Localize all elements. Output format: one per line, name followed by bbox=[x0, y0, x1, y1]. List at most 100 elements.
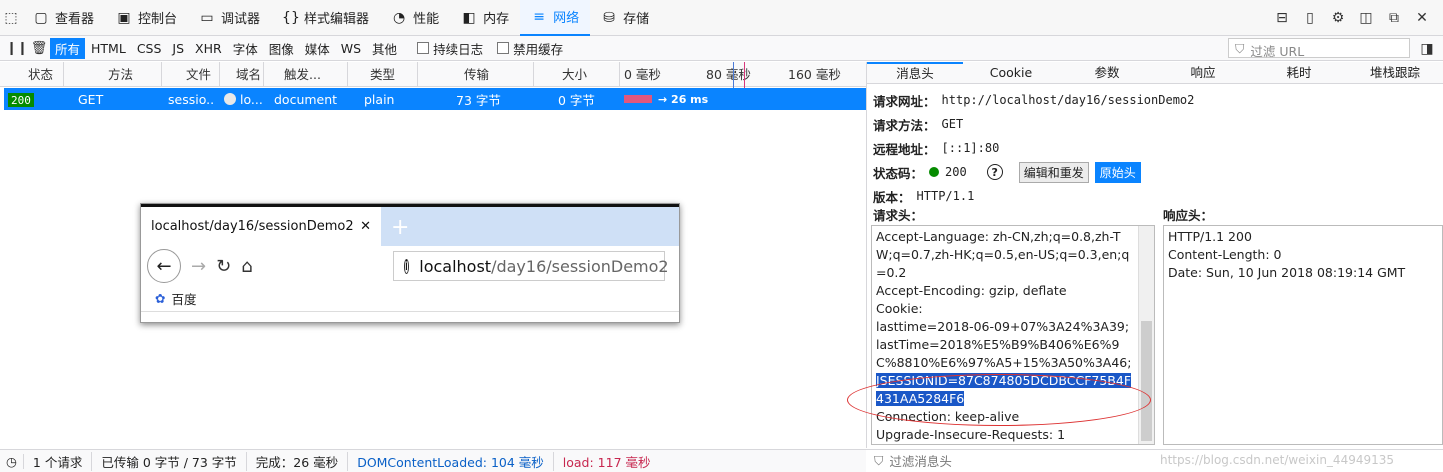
response-headers-title: 响应头： bbox=[1163, 208, 1214, 223]
dock-side-icon[interactable]: ◫ bbox=[1355, 7, 1377, 29]
clear-trash-icon[interactable]: 🗑 bbox=[28, 41, 50, 56]
col-domain[interactable]: 域名 bbox=[220, 61, 264, 87]
header-line: lastTime=2018%E5%B9%B406%E6%9C%8810%E6%9… bbox=[876, 337, 1132, 370]
url-host: localhost bbox=[419, 256, 492, 276]
filter-ws[interactable]: WS bbox=[336, 40, 366, 57]
tab-label: 控制台 bbox=[138, 12, 178, 27]
tab-label: 网络 bbox=[553, 11, 580, 26]
tab-console[interactable]: ▣ 控制台 bbox=[105, 0, 188, 36]
filter-images[interactable]: 图像 bbox=[264, 38, 299, 59]
tab-headers[interactable]: 消息头 bbox=[867, 61, 963, 84]
waterfall-label: → 26 ms bbox=[658, 92, 709, 106]
network-statusbar: ◷ 1 个请求 已传输 0 字节 / 73 字节 完成：26 毫秒 DOMCon… bbox=[0, 449, 866, 472]
col-method[interactable]: 方法 bbox=[64, 61, 162, 87]
table-row[interactable]: 200 GET sessio... lo... document plain 7… bbox=[4, 88, 866, 110]
storage-icon: ⛁ bbox=[603, 9, 615, 26]
filter-html[interactable]: HTML bbox=[86, 40, 131, 57]
style-editor-icon: {} bbox=[282, 9, 300, 26]
col-cause[interactable]: 触发... bbox=[264, 61, 348, 87]
baidu-paw-icon: ✿ bbox=[155, 291, 166, 306]
new-tab-plus-icon[interactable]: + bbox=[381, 215, 419, 246]
console-icon: ▣ bbox=[117, 9, 131, 26]
col-file[interactable]: 文件 bbox=[162, 61, 220, 87]
tab-debugger[interactable]: ▭ 调试器 bbox=[188, 0, 271, 36]
header-line: HTTP/1.1 200 bbox=[1168, 229, 1252, 244]
responsive-mode-icon[interactable]: ▯ bbox=[1299, 7, 1321, 29]
bookmarks-bar: ✿ 百度 bbox=[141, 286, 679, 312]
home-icon[interactable]: ⌂ bbox=[241, 256, 252, 277]
col-size[interactable]: 大小 bbox=[534, 61, 620, 87]
tab-performance[interactable]: ◔ 性能 bbox=[380, 0, 450, 36]
bookmark-baidu[interactable]: 百度 bbox=[171, 289, 196, 308]
filter-media[interactable]: 媒体 bbox=[300, 38, 335, 59]
header-line: Cookie: bbox=[876, 301, 923, 316]
filter-fonts[interactable]: 字体 bbox=[228, 38, 263, 59]
tab-timings[interactable]: 耗时 bbox=[1251, 62, 1347, 84]
response-headers-textarea[interactable]: HTTP/1.1 200 Content-Length: 0 Date: Sun… bbox=[1163, 225, 1443, 445]
settings-gear-icon[interactable]: ⚙ bbox=[1327, 7, 1349, 29]
disable-cache-checkbox[interactable]: 禁用缓存 bbox=[497, 39, 563, 58]
edit-resend-button[interactable]: 编辑和重发 bbox=[1018, 161, 1089, 183]
remote-address-label: 远程地址： bbox=[873, 141, 936, 157]
tab-network[interactable]: ≡ 网络 bbox=[520, 0, 591, 36]
tab-label: 样式编辑器 bbox=[304, 12, 370, 27]
transferred-summary: 已传输 0 字节 / 73 字节 bbox=[92, 451, 247, 471]
preview-tab[interactable]: localhost/day16/sessionDemo2 ✕ bbox=[141, 207, 381, 246]
waterfall-tick-0: 0 毫秒 bbox=[624, 66, 661, 82]
info-icon[interactable]: i bbox=[403, 258, 410, 274]
tab-cookie[interactable]: Cookie bbox=[963, 62, 1059, 84]
domain-text: lo... bbox=[240, 91, 263, 107]
performance-analysis-icon[interactable]: ◷ bbox=[0, 453, 24, 469]
tab-storage[interactable]: ⛁ 存储 bbox=[590, 0, 660, 36]
request-summary: 请求网址： http://localhost/day16/sessionDemo2… bbox=[867, 84, 1443, 208]
pause-icon[interactable]: ❙❙ bbox=[6, 41, 28, 56]
filter-css[interactable]: CSS bbox=[132, 40, 167, 57]
persist-logs-checkbox[interactable]: 持续日志 bbox=[417, 39, 483, 58]
row-domain: lo... bbox=[214, 92, 274, 107]
waterfall-bar bbox=[624, 95, 652, 103]
tab-memory[interactable]: ◧ 内存 bbox=[450, 0, 520, 36]
header-line: Accept-Encoding: gzip, deflate bbox=[876, 283, 1067, 298]
tab-params[interactable]: 参数 bbox=[1059, 62, 1155, 84]
back-arrow-icon[interactable]: ← bbox=[147, 249, 181, 283]
element-picker-icon[interactable]: ⬚ bbox=[0, 7, 22, 29]
separate-window-icon[interactable]: ⧉ bbox=[1383, 7, 1405, 29]
col-status[interactable]: 状态 bbox=[0, 61, 64, 87]
raw-headers-button[interactable]: 原始头 bbox=[1094, 161, 1141, 183]
details-tabs: 消息头 Cookie 参数 响应 耗时 堆栈跟踪 bbox=[867, 61, 1443, 84]
preview-navbar: ← → ↻ ⌂ i localhost/day16/sessionDemo2 bbox=[141, 246, 679, 286]
url-filter-input[interactable]: ⛉ 过滤 URL bbox=[1228, 38, 1410, 59]
dom-content-loaded: DOMContentLoaded: 104 毫秒 bbox=[348, 451, 554, 471]
reload-icon[interactable]: ↻ bbox=[216, 256, 231, 277]
filter-xhr[interactable]: XHR bbox=[190, 40, 227, 57]
watermark: https://blog.csdn.net/weixin_44949135 bbox=[1160, 453, 1395, 467]
col-type[interactable]: 类型 bbox=[348, 61, 418, 87]
header-line: Upgrade-Insecure-Requests: 1 bbox=[876, 427, 1066, 442]
close-icon[interactable]: ✕ bbox=[1411, 7, 1433, 29]
split-console-icon[interactable]: ⊟ bbox=[1271, 7, 1293, 29]
tab-stack-trace[interactable]: 堆栈跟踪 bbox=[1347, 62, 1443, 84]
checkbox-box[interactable] bbox=[497, 42, 510, 54]
filter-js[interactable]: JS bbox=[167, 40, 189, 57]
close-icon[interactable]: ✕ bbox=[360, 219, 371, 234]
checkbox-box[interactable] bbox=[417, 42, 430, 54]
col-transferred[interactable]: 传输 bbox=[418, 61, 534, 87]
tab-response[interactable]: 响应 bbox=[1155, 62, 1251, 84]
browser-preview-screenshot: localhost/day16/sessionDemo2 ✕ + ← → ↻ ⌂ … bbox=[140, 203, 680, 323]
request-headers-title: 请求头： bbox=[873, 208, 924, 223]
request-url-label: 请求网址： bbox=[873, 93, 936, 109]
scrollbar-thumb[interactable] bbox=[1141, 321, 1152, 441]
version-label: 版本： bbox=[873, 189, 911, 205]
scrollbar[interactable] bbox=[1138, 226, 1154, 444]
filter-other[interactable]: 其他 bbox=[367, 38, 402, 59]
tab-inspector[interactable]: ▢ 查看器 bbox=[22, 0, 105, 36]
tab-style-editor[interactable]: {} 样式编辑器 bbox=[271, 0, 380, 36]
globe-icon bbox=[224, 93, 236, 105]
inspector-icon: ▢ bbox=[34, 9, 48, 26]
status-badge: 200 bbox=[8, 92, 34, 107]
forward-arrow-icon[interactable]: → bbox=[191, 256, 206, 277]
toggle-panel-icon[interactable]: ◨ bbox=[1416, 38, 1438, 60]
filter-all[interactable]: 所有 bbox=[50, 37, 86, 59]
preview-url-bar[interactable]: i localhost/day16/sessionDemo2 bbox=[392, 251, 669, 281]
help-question-icon[interactable]: ? bbox=[986, 164, 1003, 180]
